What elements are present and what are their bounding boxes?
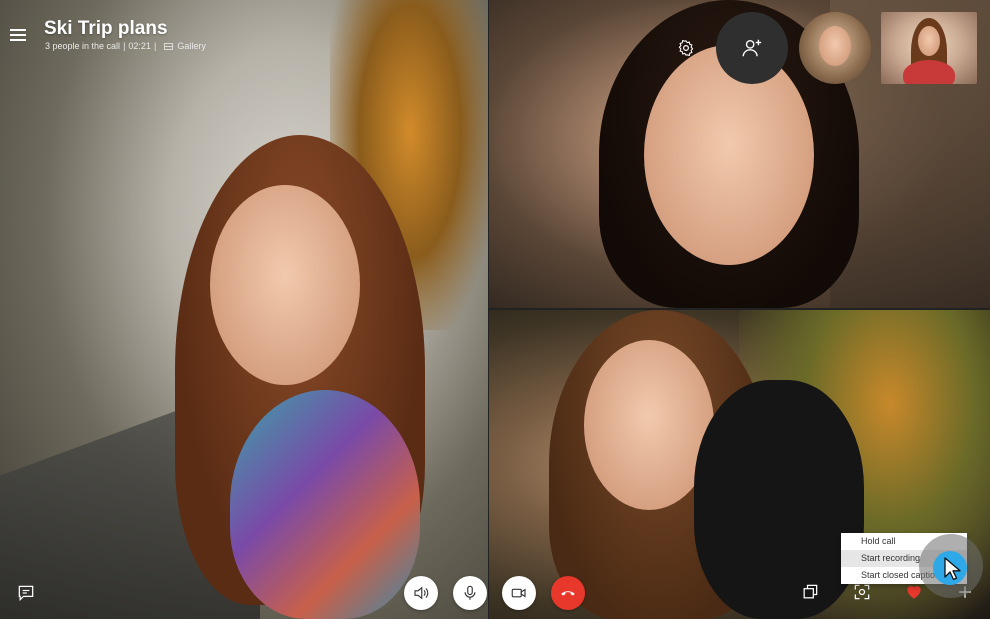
- add-people-button[interactable]: [716, 12, 788, 84]
- separator: |: [123, 41, 126, 51]
- video-camera-icon: [511, 588, 526, 598]
- gallery-label: Gallery: [177, 41, 206, 51]
- separator: |: [153, 41, 157, 51]
- screenshot-icon: [854, 584, 870, 600]
- participant-face: [210, 185, 360, 385]
- screenshot-button[interactable]: [852, 582, 872, 602]
- participants-count: 3 people in the call: [45, 41, 121, 51]
- participant-scarf: [230, 390, 420, 619]
- video-button[interactable]: [502, 576, 536, 610]
- react-button[interactable]: [904, 582, 924, 602]
- end-call-button[interactable]: [551, 576, 585, 610]
- call-duration: 02:21: [128, 41, 151, 51]
- gallery-icon: [163, 43, 173, 50]
- thumbnail-face: [819, 26, 851, 66]
- microphone-button[interactable]: [453, 576, 487, 610]
- chat-icon: [18, 585, 34, 602]
- mouse-pointer-icon: [944, 557, 961, 581]
- settings-button[interactable]: [672, 34, 700, 62]
- hamburger-icon[interactable]: [10, 29, 26, 43]
- switch-camera-button[interactable]: [800, 582, 820, 602]
- call-title: Ski Trip plans: [44, 18, 168, 39]
- gear-icon: [678, 39, 694, 57]
- thumbnail-face: [918, 26, 940, 56]
- video-tile-left: [0, 0, 488, 619]
- speaker-icon: [414, 586, 429, 600]
- chat-button[interactable]: [16, 583, 36, 603]
- dog: [694, 380, 864, 619]
- hang-up-icon: [561, 591, 575, 596]
- speaker-button[interactable]: [404, 576, 438, 610]
- call-subtitle: 3 people in the call | 02:21 | Gallery: [45, 41, 212, 51]
- microphone-icon: [464, 585, 476, 600]
- self-view-thumbnail[interactable]: [881, 12, 977, 84]
- thumbnail-shirt: [903, 60, 955, 84]
- switch-camera-icon: [803, 584, 818, 599]
- gallery-view-toggle[interactable]: Gallery: [162, 41, 209, 51]
- participant-thumbnail[interactable]: [799, 12, 871, 84]
- participant-face: [644, 45, 814, 265]
- add-person-icon: [742, 39, 762, 57]
- heart-icon: [907, 586, 921, 599]
